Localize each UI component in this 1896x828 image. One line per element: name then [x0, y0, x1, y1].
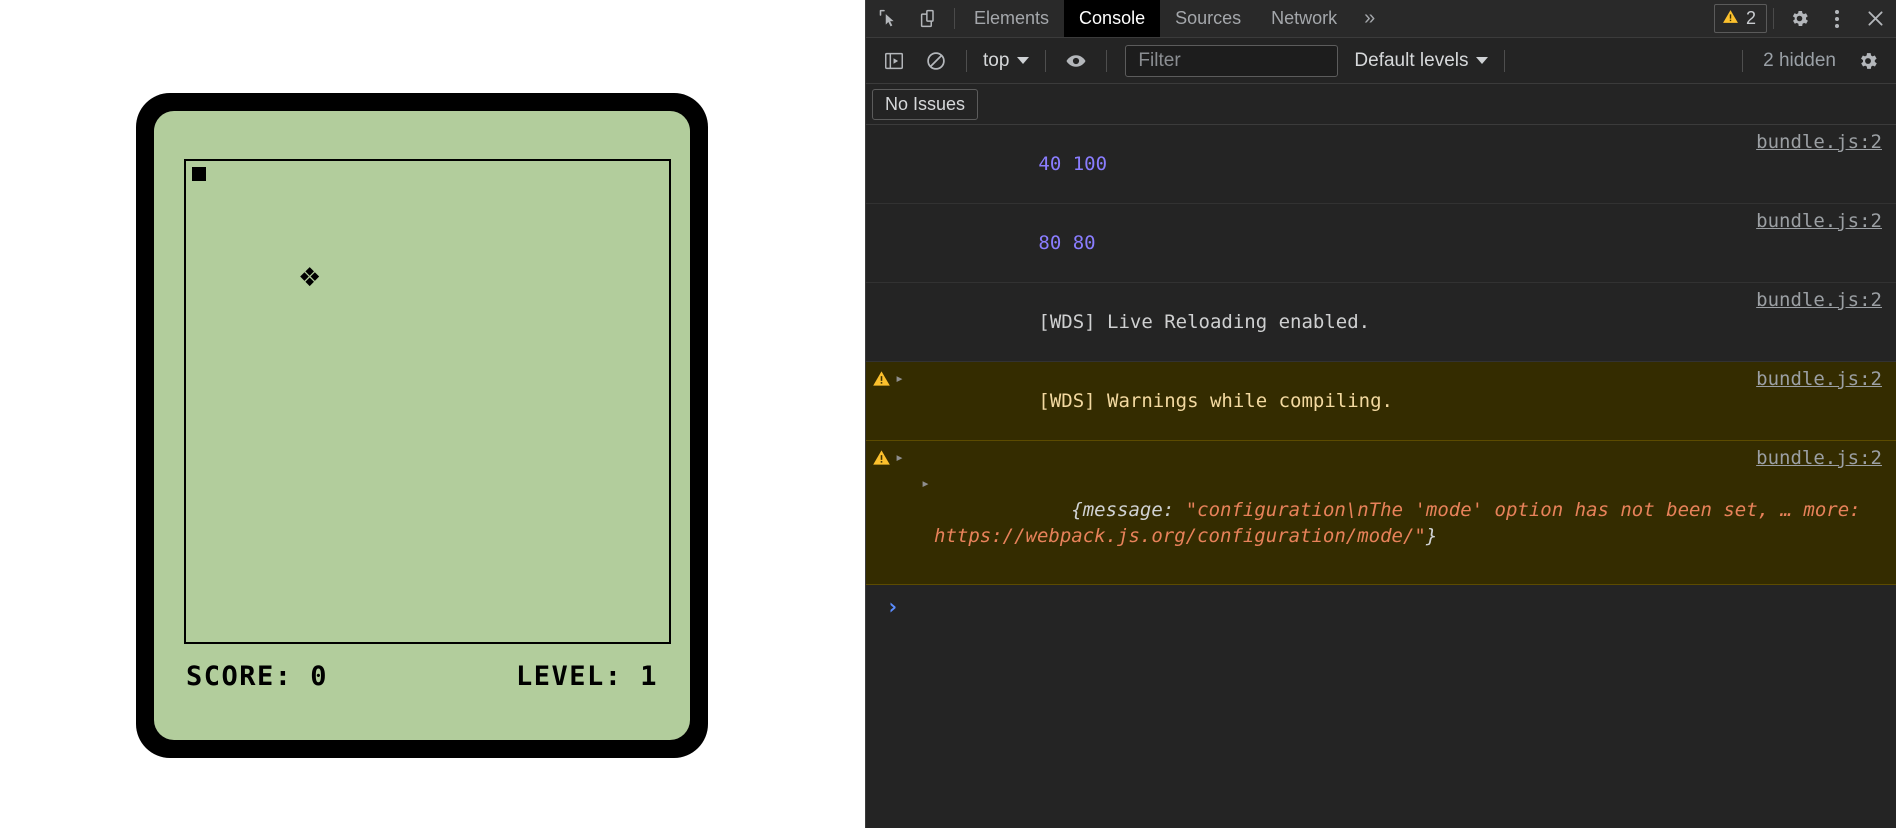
game-hud: SCORE: 0 LEVEL: 1 — [186, 661, 658, 692]
warning-count-badge[interactable]: 2 — [1713, 4, 1767, 33]
object-open-brace: { — [1071, 499, 1083, 522]
snake-head — [192, 167, 206, 181]
log-levels-label: Default levels — [1354, 49, 1469, 71]
tab-console[interactable]: Console — [1064, 0, 1161, 37]
tab-elements[interactable]: Elements — [959, 0, 1064, 37]
console-sidebar-icon[interactable] — [874, 45, 914, 77]
object-expand-arrow-icon[interactable]: ▸ — [921, 474, 930, 492]
message-gutter — [872, 131, 924, 132]
message-gutter — [872, 289, 924, 290]
game-screen: ❖ SCORE: 0 LEVEL: 1 — [154, 111, 690, 740]
object-close-brace: } — [1425, 525, 1438, 548]
console-prompt-row[interactable]: › — [866, 585, 1896, 631]
device-toolbar-icon[interactable] — [908, 0, 950, 37]
level-display: LEVEL: 1 — [515, 661, 658, 692]
console-message-row[interactable]: [WDS] Live Reloading enabled. bundle.js:… — [866, 283, 1896, 362]
game-board[interactable]: ❖ — [184, 159, 671, 644]
no-issues-button[interactable]: No Issues — [872, 88, 979, 120]
filter-input[interactable] — [1136, 48, 1328, 73]
console-message-row[interactable]: 80 80 bundle.js:2 — [866, 204, 1896, 283]
message-gutter — [872, 210, 924, 211]
tabbar-spacer — [1387, 0, 1712, 37]
message-text: 80 80 — [924, 210, 1742, 276]
message-gutter: ▸ — [872, 447, 924, 471]
message-source-link[interactable]: bundle.js:2 — [1756, 368, 1882, 390]
toolbar-divider-3 — [1106, 49, 1108, 72]
issues-bar: No Issues — [866, 84, 1896, 125]
close-icon[interactable] — [1854, 0, 1896, 37]
tabbar-divider-2 — [1773, 8, 1774, 29]
console-warning-row[interactable]: ▸ [WDS] Warnings while compiling. bundle… — [866, 362, 1896, 441]
warning-triangle-icon — [1722, 8, 1739, 30]
message-gutter: ▸ — [872, 368, 924, 392]
warning-triangle-icon — [872, 369, 891, 392]
game-device-shell: ❖ SCORE: 0 LEVEL: 1 — [136, 93, 708, 758]
console-message-list[interactable]: 40 100 bundle.js:2 80 80 bundle.js:2 [WD… — [866, 125, 1896, 828]
message-log-text: [WDS] Live Reloading enabled. — [1038, 311, 1371, 333]
console-message-row[interactable]: 40 100 bundle.js:2 — [866, 125, 1896, 204]
message-number-value: 40 100 — [1038, 153, 1108, 175]
console-toolbar: top Default levels 2 hidden — [866, 38, 1896, 84]
message-source-link[interactable]: bundle.js:2 — [1756, 210, 1882, 232]
warning-object-header: ▸ bundle.js:2 — [872, 447, 1882, 471]
devtools-tabbar: Elements Console Sources Network » 2 — [866, 0, 1896, 38]
object-gutter: ▸ — [878, 471, 934, 492]
message-text: 40 100 — [924, 131, 1742, 197]
expand-arrow-icon[interactable]: ▸ — [895, 448, 904, 466]
web-page-pane: ❖ SCORE: 0 LEVEL: 1 — [0, 0, 865, 828]
tab-network[interactable]: Network — [1256, 0, 1352, 37]
eye-icon[interactable] — [1056, 45, 1096, 77]
log-levels-selector[interactable]: Default levels — [1348, 50, 1494, 72]
toolbar-divider-4 — [1504, 49, 1506, 72]
message-text: [WDS] Live Reloading enabled. — [924, 289, 1742, 355]
message-warning-text: [WDS] Warnings while compiling. — [1038, 390, 1393, 412]
console-warning-object-row[interactable]: ▸ bundle.js:2 ▸ {message: "configuration… — [866, 441, 1896, 585]
devtools-panel: Elements Console Sources Network » 2 top… — [865, 0, 1896, 828]
object-preview: {message: "configuration\nThe 'mode' opt… — [934, 471, 1868, 576]
toolbar-divider-1 — [966, 49, 967, 72]
screen-root: ❖ SCORE: 0 LEVEL: 1 Elements Console Sou… — [0, 0, 1896, 828]
toolbar-divider-2 — [1045, 49, 1047, 72]
warning-triangle-icon — [872, 448, 891, 471]
filter-field[interactable] — [1125, 44, 1339, 77]
gear-icon[interactable] — [1778, 0, 1820, 37]
more-tabs-icon[interactable]: » — [1352, 0, 1387, 37]
score-display: SCORE: 0 — [186, 661, 329, 692]
hidden-messages-label: 2 hidden — [1763, 49, 1836, 71]
prompt-chevron-icon: › — [886, 595, 900, 621]
chevron-down-icon — [1017, 57, 1030, 64]
message-source-link[interactable]: bundle.js:2 — [1756, 289, 1882, 311]
execution-context-selector[interactable]: top — [977, 50, 1035, 72]
object-key: message: — [1082, 499, 1186, 522]
message-source-link[interactable]: bundle.js:2 — [1756, 131, 1882, 153]
warning-count-label: 2 — [1745, 8, 1756, 28]
expand-arrow-icon[interactable]: ▸ — [895, 369, 904, 387]
food-item: ❖ — [298, 263, 322, 293]
object-preview-row[interactable]: ▸ {message: "configuration\nThe 'mode' o… — [872, 471, 1882, 576]
more-options-icon[interactable] — [1820, 0, 1854, 37]
inspect-element-icon[interactable] — [866, 0, 908, 37]
tab-sources[interactable]: Sources — [1160, 0, 1256, 37]
message-number-value: 80 80 — [1038, 232, 1096, 254]
toolbar-divider-5 — [1742, 49, 1744, 72]
message-text: [WDS] Warnings while compiling. — [924, 368, 1742, 434]
console-settings-gear-icon[interactable] — [1848, 45, 1888, 77]
tabbar-divider — [954, 8, 955, 29]
chevron-down-icon-levels — [1476, 57, 1489, 64]
clear-console-icon[interactable] — [916, 45, 956, 77]
message-source-link[interactable]: bundle.js:2 — [1756, 447, 1882, 469]
execution-context-label: top — [983, 49, 1010, 71]
